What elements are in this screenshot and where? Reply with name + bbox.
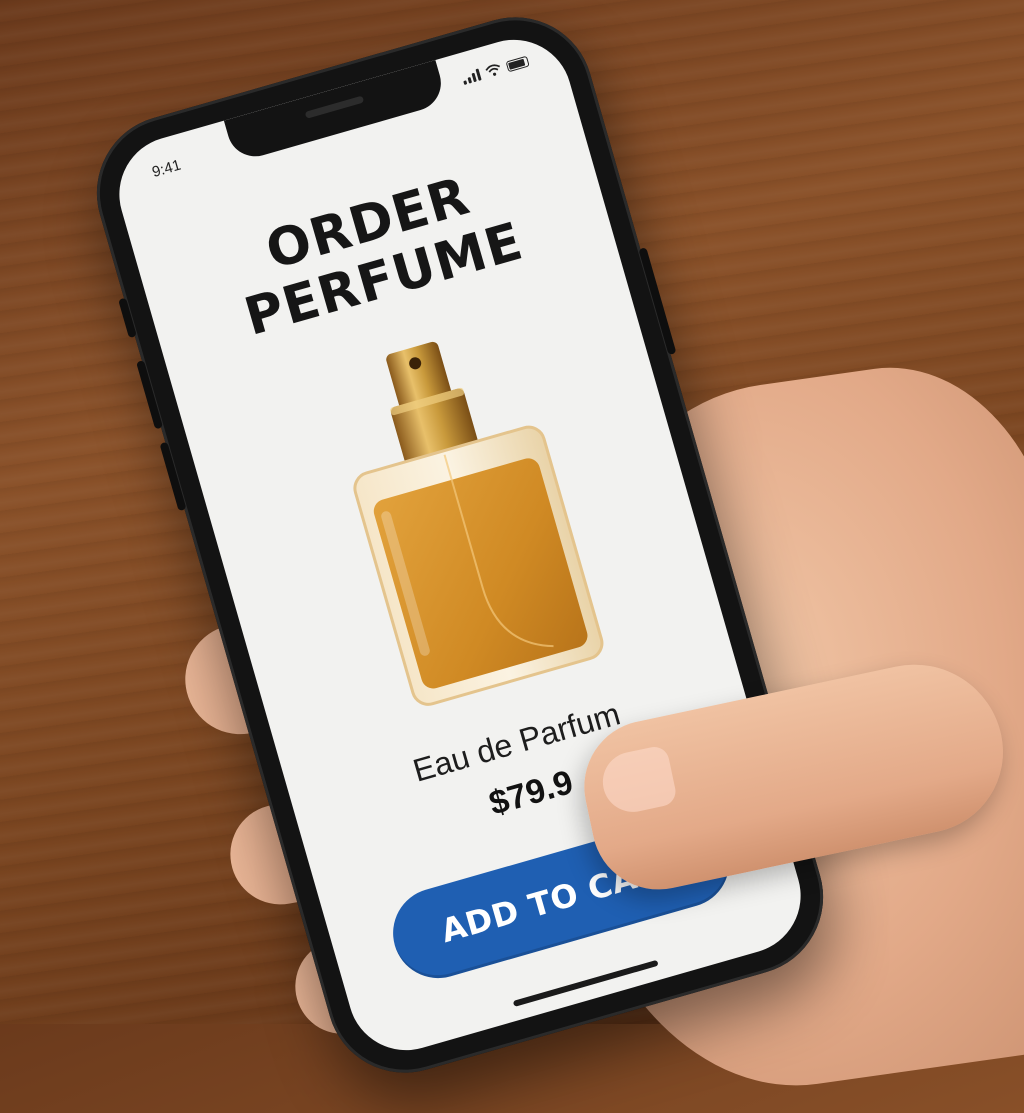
power-button <box>638 247 677 356</box>
thumb-nail <box>597 744 679 818</box>
signal-icon <box>461 68 482 85</box>
mute-switch <box>118 297 137 339</box>
page-title: ORDER PERFUME <box>136 132 616 372</box>
camera-notch <box>223 60 448 163</box>
product-image <box>297 304 632 735</box>
home-indicator[interactable] <box>512 959 659 1007</box>
perfume-bottle-icon <box>353 341 604 706</box>
earpiece-speaker <box>304 95 365 119</box>
volume-up-button <box>136 360 164 430</box>
wifi-icon <box>485 64 501 76</box>
volume-down-button <box>159 441 187 512</box>
status-time: 9:41 <box>150 156 183 182</box>
battery-icon <box>505 55 530 73</box>
status-icons <box>461 55 530 85</box>
app-screen: 9:41 ORDER PERFUME Eau de Parfum $79.9 A… <box>105 26 815 1064</box>
